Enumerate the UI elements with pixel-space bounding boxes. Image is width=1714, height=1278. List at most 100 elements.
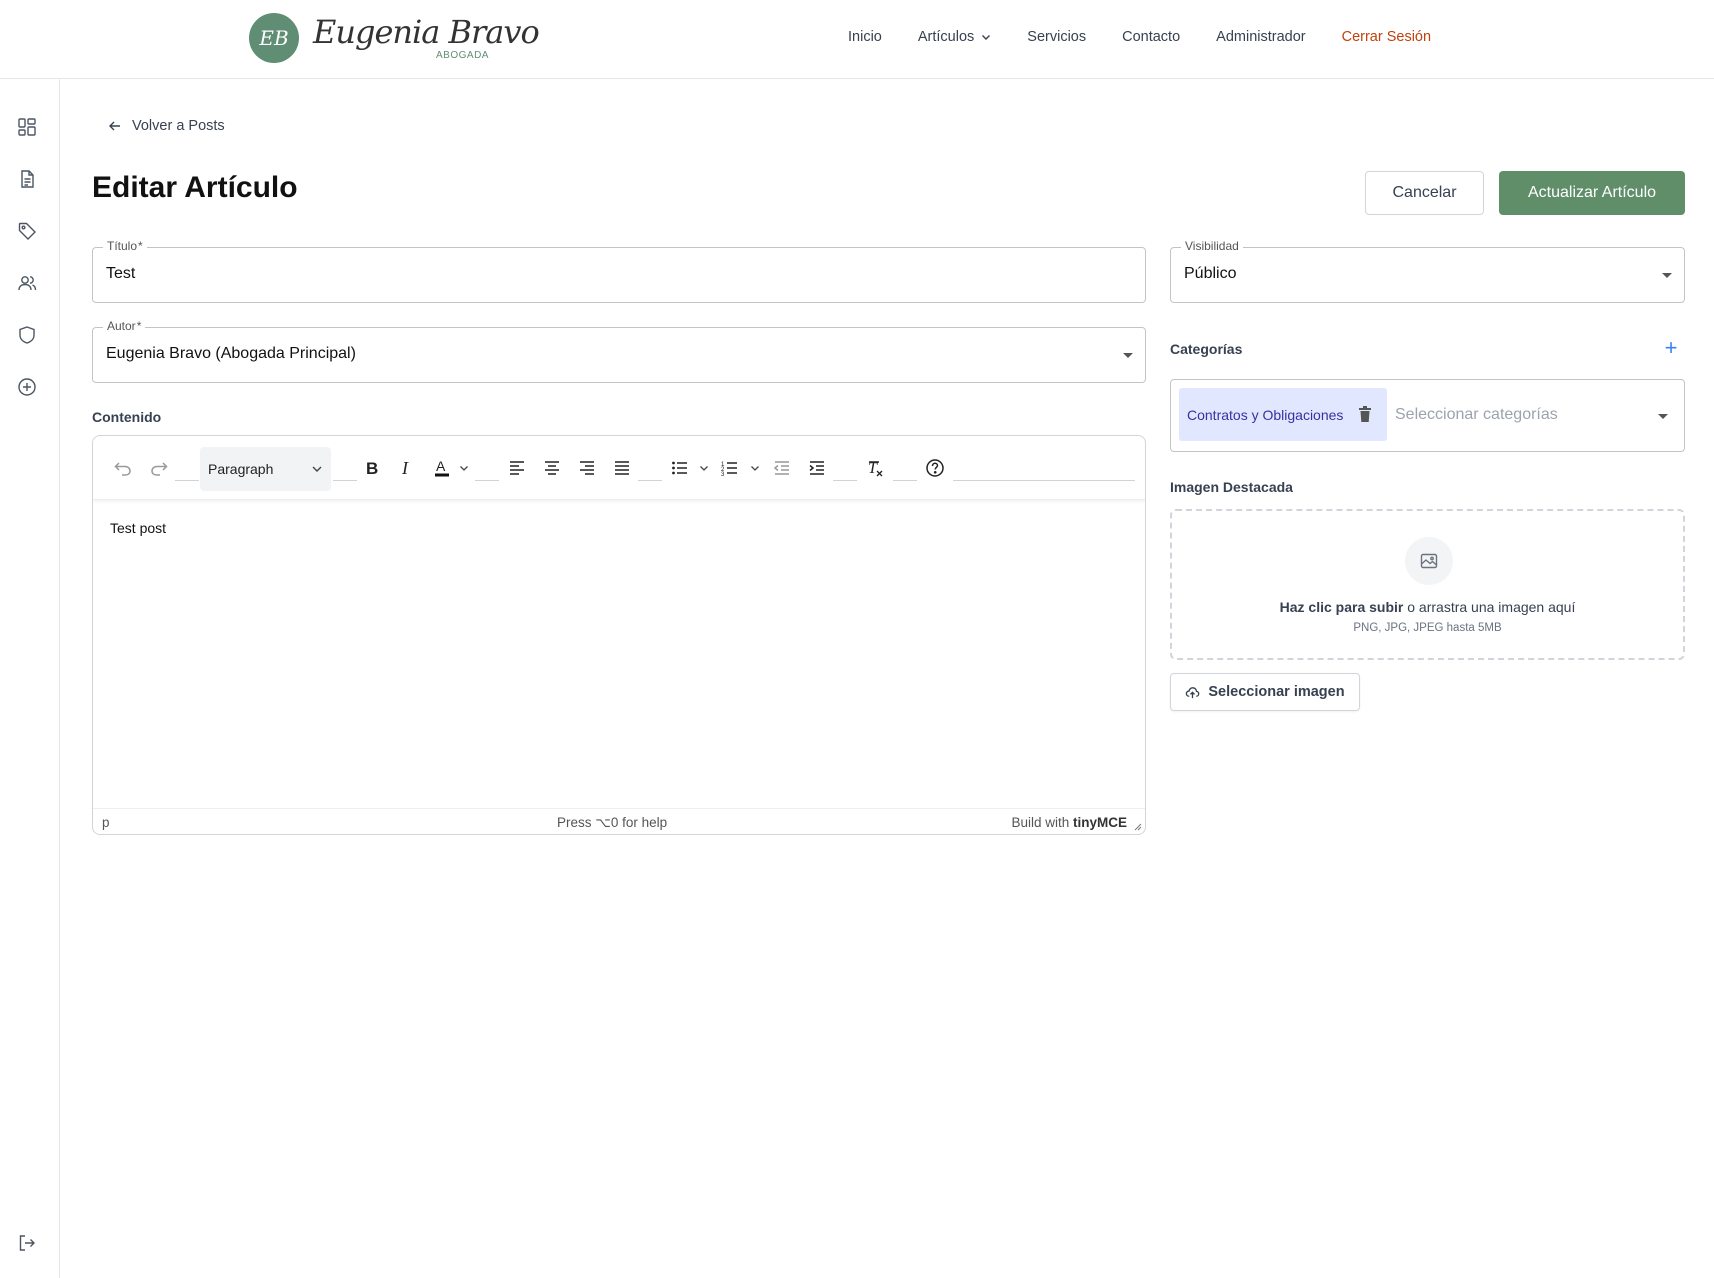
nav-item-servicios[interactable]: Servicios <box>1027 29 1086 45</box>
featured-image-label: Imagen Destacada <box>1170 479 1293 495</box>
nav-item-logout[interactable]: Cerrar Sesión <box>1342 29 1431 45</box>
category-chip-label: Contratos y Obligaciones <box>1187 406 1344 423</box>
title-field-label: Título* <box>103 239 147 253</box>
users-icon[interactable] <box>16 272 38 294</box>
chevron-down-icon[interactable] <box>699 463 709 473</box>
tinymce-branding[interactable]: Build with tinyMCE <box>1011 815 1127 830</box>
help-shortcut-text: Press ⌥0 for help <box>557 815 668 830</box>
toolbar-divider <box>333 480 357 481</box>
bullet-list-icon[interactable] <box>668 456 692 480</box>
select-image-label: Seleccionar imagen <box>1208 684 1345 700</box>
required-marker: * <box>136 319 142 333</box>
rich-text-editor: Paragraph B I A 123 T Test post p Press … <box>92 435 1146 835</box>
numbered-list-icon[interactable]: 123 <box>718 456 742 480</box>
toolbar-divider <box>175 480 199 481</box>
undo-icon[interactable] <box>111 456 135 480</box>
clear-format-icon[interactable]: T <box>863 456 887 480</box>
back-link-label: Volver a Posts <box>132 118 225 134</box>
cloud-upload-icon <box>1186 686 1200 698</box>
trash-icon[interactable] <box>1357 405 1373 423</box>
page-title: Editar Artículo <box>92 171 298 204</box>
dropdown-caret-icon <box>1658 414 1668 419</box>
nav-item-label: Artículos <box>917 29 975 45</box>
categories-placeholder: Seleccionar categorías <box>1395 406 1558 423</box>
element-path[interactable]: p <box>102 815 110 830</box>
content-label: Contenido <box>92 409 162 425</box>
main-nav: Inicio Artículos Servicios Contacto Admi… <box>848 29 1431 45</box>
plus-circle-icon[interactable] <box>16 376 38 398</box>
resize-handle-icon[interactable] <box>1134 823 1142 831</box>
bold-icon[interactable]: B <box>360 456 384 480</box>
editor-statusbar: p Press ⌥0 for help Build with tinyMCE <box>93 808 1145 834</box>
svg-text:I: I <box>401 458 409 478</box>
add-category-button[interactable]: + <box>1662 337 1680 359</box>
dropdown-caret-icon <box>1662 273 1672 278</box>
align-left-icon[interactable] <box>505 456 529 480</box>
author-field-label: Autor* <box>103 319 146 333</box>
update-article-button[interactable]: Actualizar Artículo <box>1499 171 1685 215</box>
title-label-text: Título <box>107 239 138 253</box>
indent-icon[interactable] <box>805 456 829 480</box>
nav-item-label: Servicios <box>1027 29 1087 45</box>
title-field[interactable]: Título* Test <box>92 239 1146 303</box>
top-navbar: EB Eugenia Bravo ABOGADA Inicio Artículo… <box>0 0 1714 79</box>
block-format-value: Paragraph <box>208 461 274 477</box>
redo-icon[interactable] <box>147 456 171 480</box>
nav-item-administrador[interactable]: Administrador <box>1216 29 1305 45</box>
categories-select[interactable]: Contratos y Obligaciones Seleccionar cat… <box>1170 379 1685 452</box>
branding-name: tinyMCE <box>1073 815 1127 830</box>
visibility-field-label: Visibilidad <box>1181 239 1243 253</box>
dropzone-click-text: Haz clic para subir <box>1279 599 1404 615</box>
logo-subtitle: ABOGADA <box>436 50 489 61</box>
align-right-icon[interactable] <box>575 456 599 480</box>
author-label-text: Autor <box>107 319 136 333</box>
select-image-button[interactable]: Seleccionar imagen <box>1170 673 1360 711</box>
chevron-down-icon[interactable] <box>750 463 760 473</box>
required-marker: * <box>138 239 143 253</box>
logout-icon[interactable] <box>16 1232 38 1254</box>
brand-logo[interactable]: EB Eugenia Bravo ABOGADA <box>249 11 540 65</box>
shield-icon[interactable] <box>16 324 38 346</box>
text-color-icon[interactable]: A <box>430 456 454 480</box>
chevron-down-icon[interactable] <box>459 463 469 473</box>
toolbar-divider <box>953 480 1135 481</box>
nav-item-inicio[interactable]: Inicio <box>848 29 882 45</box>
document-icon[interactable] <box>16 168 38 190</box>
chevron-down-icon <box>312 466 322 472</box>
cancel-button[interactable]: Cancelar <box>1365 171 1484 215</box>
admin-sidebar <box>0 79 60 1278</box>
image-icon <box>1405 537 1453 585</box>
block-format-select[interactable]: Paragraph <box>200 447 331 491</box>
svg-text:A: A <box>436 458 446 474</box>
title-input-value[interactable]: Test <box>106 265 135 283</box>
category-chip: Contratos y Obligaciones <box>1179 388 1387 441</box>
visibility-select[interactable]: Visibilidad Público <box>1170 239 1685 303</box>
author-select[interactable]: Autor* Eugenia Bravo (Abogada Principal) <box>92 319 1146 383</box>
image-dropzone[interactable]: Haz clic para subir o arrastra una image… <box>1170 509 1685 660</box>
align-justify-icon[interactable] <box>610 456 634 480</box>
nav-item-contacto[interactable]: Contacto <box>1122 29 1180 45</box>
nav-item-label: Contacto <box>1122 29 1181 45</box>
dropzone-drag-text: o arrastra una imagen aquí <box>1407 599 1576 615</box>
visibility-select-value: Público <box>1184 265 1237 282</box>
help-icon[interactable] <box>923 456 947 480</box>
back-to-posts-link[interactable]: Volver a Posts <box>108 118 225 134</box>
align-center-icon[interactable] <box>540 456 564 480</box>
svg-text:B: B <box>366 459 378 478</box>
author-select-value: Eugenia Bravo (Abogada Principal) <box>106 345 356 362</box>
logo-wordmark: Eugenia Bravo ABOGADA <box>313 11 540 65</box>
nav-item-label: Cerrar Sesión <box>1341 29 1432 45</box>
editor-content[interactable]: Test post <box>110 520 166 536</box>
nav-item-label: Inicio <box>848 29 882 45</box>
nav-item-label: Administrador <box>1216 29 1306 45</box>
chevron-down-icon <box>982 35 991 40</box>
tag-icon[interactable] <box>16 220 38 242</box>
dashboard-icon[interactable] <box>16 116 38 138</box>
nav-item-articulos[interactable]: Artículos <box>918 29 991 45</box>
logo-monogram: EB <box>249 13 299 63</box>
toolbar-divider <box>833 480 857 481</box>
toolbar-divider <box>475 480 499 481</box>
svg-text:3: 3 <box>721 472 725 478</box>
italic-icon[interactable]: I <box>395 456 419 480</box>
outdent-icon[interactable] <box>770 456 794 480</box>
